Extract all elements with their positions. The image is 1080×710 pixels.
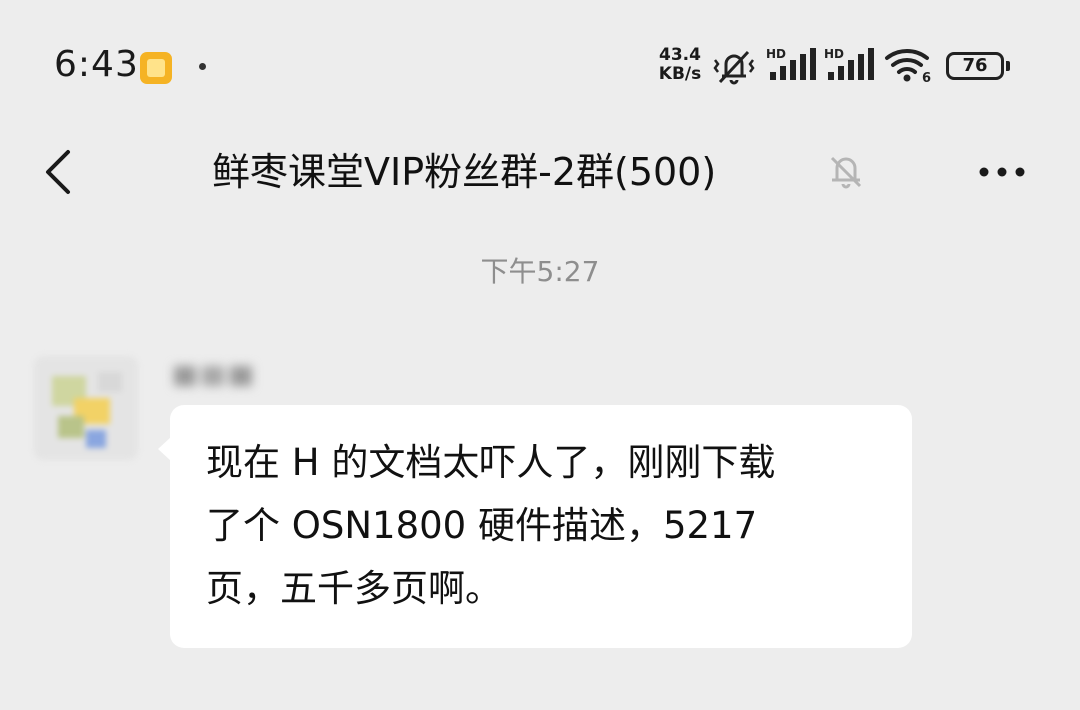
avatar[interactable] — [34, 356, 138, 460]
battery-level: 76 — [962, 55, 988, 76]
notification-dot-icon — [199, 63, 206, 70]
status-bar: 6:43 43.4 KB/s HD HD 6 76 — [0, 0, 1080, 130]
signal2-label: HD — [824, 47, 844, 61]
bell-muted-icon — [830, 156, 862, 189]
message-timestamp: 下午5:27 — [480, 255, 600, 288]
message-text-line: 现在 H 的文档太吓人了，刚刚下载 — [206, 441, 776, 484]
app-badge-icon — [140, 52, 172, 84]
network-speed: 43.4 KB/s — [652, 46, 708, 84]
signal-icon: HD — [766, 47, 816, 80]
message-text-line: 了个 OSN1800 硬件描述，5217 — [206, 504, 758, 547]
wifi-icon: 6 — [885, 48, 931, 84]
network-speed-unit: KB/s — [658, 64, 702, 84]
chat-title: 鲜枣课堂VIP粉丝群-2群(500) — [212, 150, 717, 194]
more-dots-icon — [979, 167, 1025, 177]
message-text-line: 页，五千多页啊。 — [206, 567, 502, 610]
signal1-label: HD — [766, 47, 786, 61]
message-bubble[interactable]: 现在 H 的文档太吓人了，刚刚下载 了个 OSN1800 硬件描述，5217 页… — [158, 405, 912, 648]
sender-name-redacted — [174, 366, 252, 386]
network-speed-value: 43.4 — [659, 45, 701, 65]
mute-vibrate-icon — [713, 50, 755, 85]
battery-icon: 76 — [946, 52, 1010, 80]
signal-icon: HD — [824, 47, 874, 80]
back-button[interactable] — [30, 136, 90, 206]
more-options-button[interactable] — [964, 140, 1040, 204]
status-time: 6:43 — [54, 44, 139, 85]
back-arrow-icon — [46, 150, 70, 194]
wifi-label: 6 — [922, 71, 931, 84]
